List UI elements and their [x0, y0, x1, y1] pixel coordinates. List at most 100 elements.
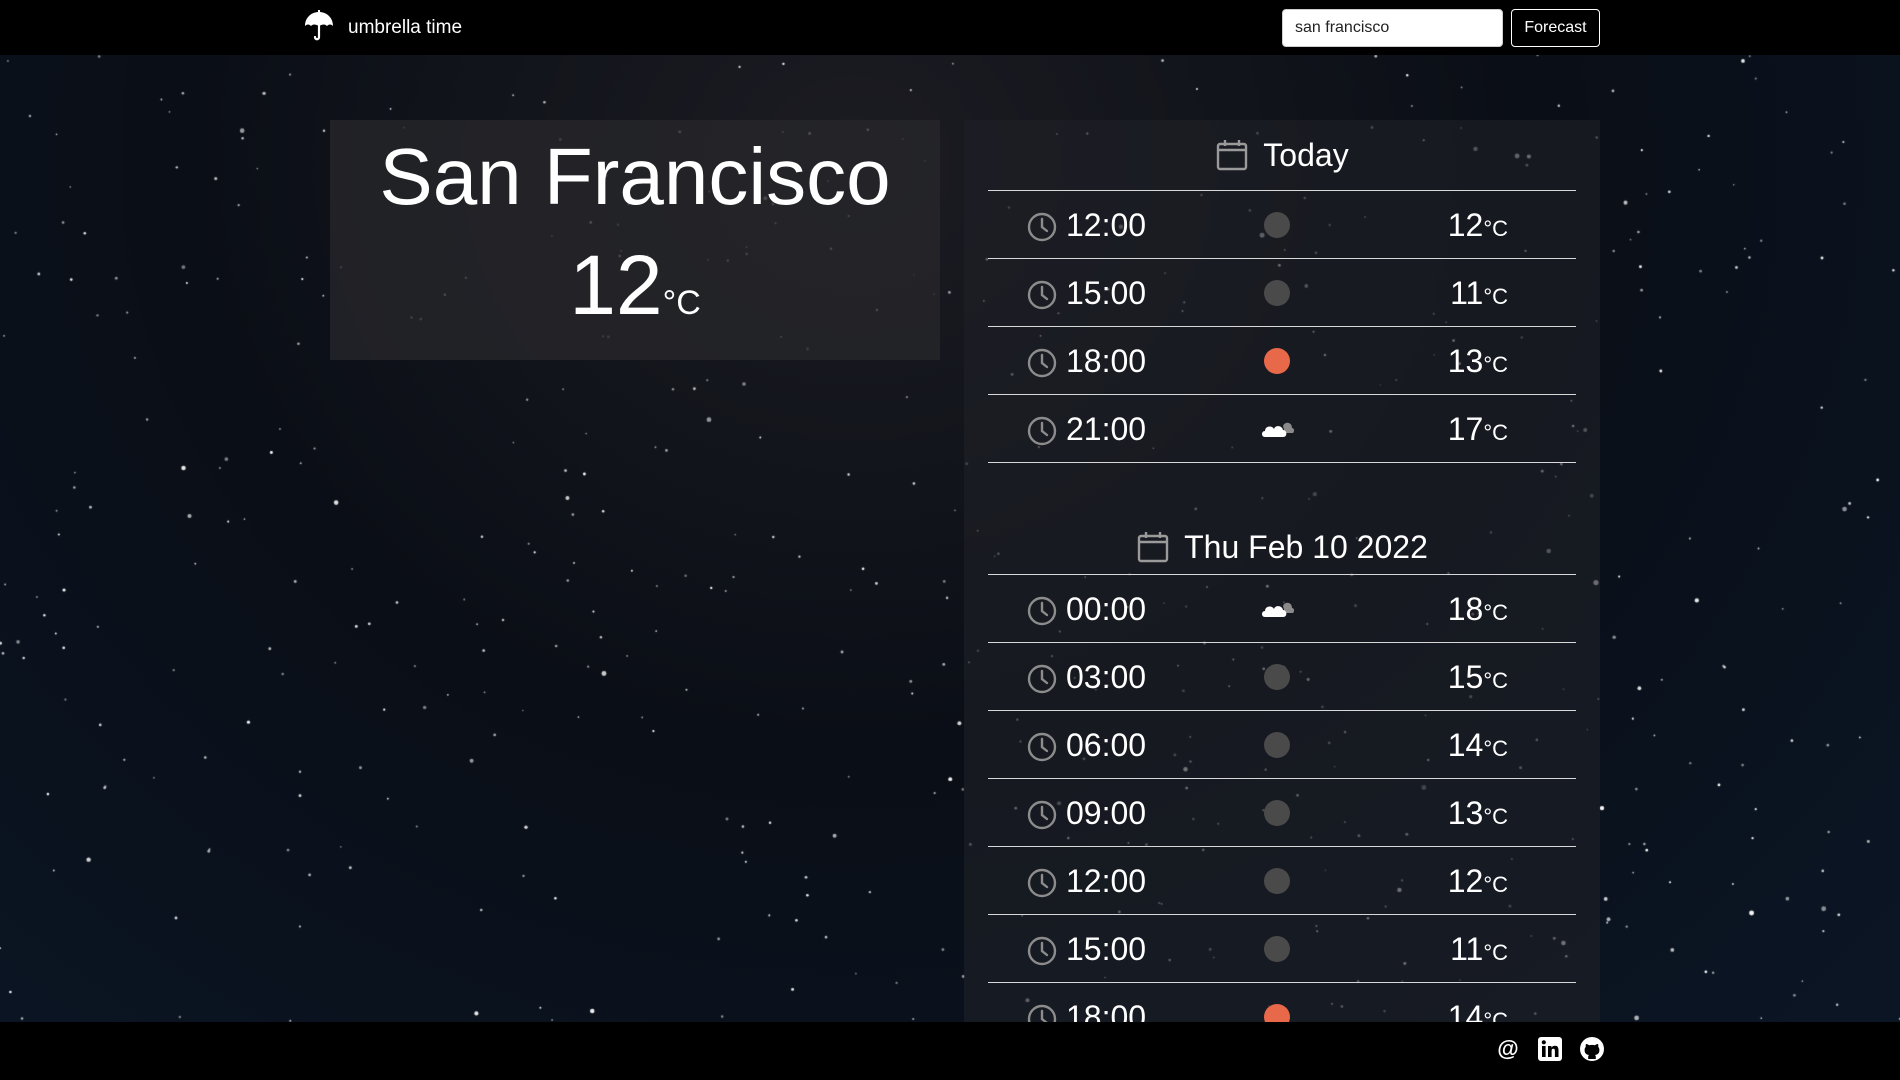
- clock-icon: [1026, 663, 1058, 695]
- forecast-temp: 15°C: [1448, 659, 1508, 696]
- forecast-temp: 11°C: [1450, 931, 1508, 968]
- forecast-temp-unit: °C: [1483, 284, 1508, 309]
- forecast-time: 18:00: [1066, 999, 1147, 1022]
- forecast-day: Today 12:00 12°C 15:00 11°C 18:00 13°C 21:00 17°…: [964, 120, 1600, 463]
- starfield-background: [0, 0, 1900, 1080]
- forecast-time: 06:00: [1066, 727, 1147, 763]
- forecast-temp-unit: °C: [1483, 352, 1508, 377]
- forecast-temp-value: 11: [1450, 275, 1484, 311]
- clock-icon: [1026, 415, 1058, 447]
- forecast-row: 18:00 13°C: [988, 327, 1576, 395]
- forecast-temp-value: 17: [1447, 411, 1484, 447]
- forecast-row: 06:00 14°C: [988, 711, 1576, 779]
- forecast-temp-unit: °C: [1483, 872, 1508, 897]
- svg-text:@: @: [1497, 1036, 1518, 1061]
- linkedin-icon[interactable]: [1536, 1035, 1564, 1063]
- forecast-row: 15:00 11°C: [988, 915, 1576, 983]
- forecast-temp-value: 13: [1447, 343, 1484, 379]
- forecast-temp-value: 14: [1447, 727, 1484, 763]
- night-dot-icon: [1259, 663, 1295, 691]
- sun-dot-icon: [1259, 347, 1295, 375]
- forecast-temp-unit: °C: [1483, 216, 1508, 241]
- forecast-temp: 14°C: [1448, 727, 1508, 764]
- forecast-row: 00:00 18°C: [988, 575, 1576, 643]
- forecast-time: 09:00: [1066, 795, 1147, 831]
- city-search-input[interactable]: [1282, 9, 1503, 47]
- forecast-day: Thu Feb 10 2022 00:00 18°C 03:00 15°C 06:00 14…: [964, 520, 1600, 1022]
- forecast-temp-value: 12: [1447, 863, 1484, 899]
- day-header: Today: [988, 120, 1576, 191]
- current-temp-value: 12: [569, 238, 663, 332]
- city-name: San Francisco: [379, 132, 891, 221]
- night-dot-icon: [1259, 799, 1295, 827]
- forecast-temp-unit: °C: [1483, 804, 1508, 829]
- footer: @: [0, 1022, 1900, 1080]
- forecast-row: 03:00 15°C: [988, 643, 1576, 711]
- forecast-temp: 11°C: [1450, 275, 1508, 312]
- night-dot-icon: [1259, 867, 1295, 895]
- clock-icon: [1026, 799, 1058, 831]
- forecast-row: 09:00 13°C: [988, 779, 1576, 847]
- navbar: umbrella time Forecast: [0, 0, 1900, 55]
- clock-icon: [1026, 731, 1058, 763]
- forecast-row: 12:00 12°C: [988, 191, 1576, 259]
- forecast-row: 18:00 14°C: [988, 983, 1576, 1022]
- clock-icon: [1026, 347, 1058, 379]
- forecast-row: 21:00 17°C: [988, 395, 1576, 463]
- forecast-temp: 14°C: [1448, 999, 1508, 1022]
- day-label: Thu Feb 10 2022: [1184, 528, 1428, 565]
- github-icon[interactable]: [1578, 1035, 1606, 1063]
- night-dot-icon: [1259, 935, 1295, 963]
- at-email-icon[interactable]: @: [1494, 1035, 1522, 1063]
- forecast-time: 03:00: [1066, 659, 1147, 695]
- forecast-temp-unit: °C: [1483, 668, 1508, 693]
- clock-icon: [1026, 1003, 1058, 1022]
- forecast-temp: 13°C: [1448, 795, 1508, 832]
- forecast-row: 15:00 11°C: [988, 259, 1576, 327]
- forecast-time: 12:00: [1066, 207, 1147, 243]
- forecast-temp: 17°C: [1448, 411, 1508, 448]
- forecast-time: 21:00: [1066, 411, 1147, 447]
- forecast-temp-unit: °C: [1483, 600, 1508, 625]
- night-dot-icon: [1259, 211, 1295, 239]
- forecast-temp-unit: °C: [1483, 1008, 1508, 1022]
- calendar-icon: [1136, 530, 1170, 564]
- calendar-icon: [1215, 138, 1249, 172]
- forecast-time: 18:00: [1066, 343, 1147, 379]
- current-temp-unit: °C: [662, 284, 701, 322]
- clock-icon: [1026, 935, 1058, 967]
- forecast-row: 12:00 12°C: [988, 847, 1576, 915]
- forecast-temp-value: 14: [1447, 999, 1484, 1022]
- night-dot-icon: [1259, 279, 1295, 307]
- forecast-temp: 12°C: [1448, 207, 1508, 244]
- forecast-temp-value: 15: [1447, 659, 1484, 695]
- day-header: Thu Feb 10 2022: [988, 520, 1576, 575]
- forecast-panel: Today 12:00 12°C 15:00 11°C 18:00 13°C 21:00 17°…: [964, 120, 1600, 1022]
- night-dot-icon: [1259, 731, 1295, 759]
- sun-dot-icon: [1259, 1003, 1295, 1022]
- forecast-time: 00:00: [1066, 591, 1147, 627]
- forecast-time: 15:00: [1066, 931, 1147, 967]
- current-temperature: 12°C: [330, 243, 940, 327]
- forecast-time: 12:00: [1066, 863, 1147, 899]
- forecast-button[interactable]: Forecast: [1511, 9, 1600, 47]
- forecast-temp-unit: °C: [1483, 420, 1508, 445]
- clock-icon: [1026, 279, 1058, 311]
- day-label: Today: [1263, 136, 1349, 173]
- forecast-temp: 18°C: [1448, 591, 1508, 628]
- forecast-temp-value: 13: [1447, 795, 1484, 831]
- brand-link[interactable]: umbrella time: [302, 9, 463, 46]
- clock-icon: [1026, 595, 1058, 627]
- forecast-temp-value: 18: [1447, 591, 1484, 627]
- current-weather-panel: San Francisco 12°C: [330, 120, 940, 360]
- forecast-temp: 12°C: [1448, 863, 1508, 900]
- forecast-temp-unit: °C: [1483, 940, 1508, 965]
- forecast-temp: 13°C: [1448, 343, 1508, 380]
- forecast-temp-value: 11: [1450, 931, 1484, 967]
- cloud-icon: [1259, 415, 1295, 443]
- forecast-time: 15:00: [1066, 275, 1147, 311]
- app-name: umbrella time: [348, 17, 463, 38]
- forecast-temp-value: 12: [1447, 207, 1484, 243]
- clock-icon: [1026, 867, 1058, 899]
- clock-icon: [1026, 211, 1058, 243]
